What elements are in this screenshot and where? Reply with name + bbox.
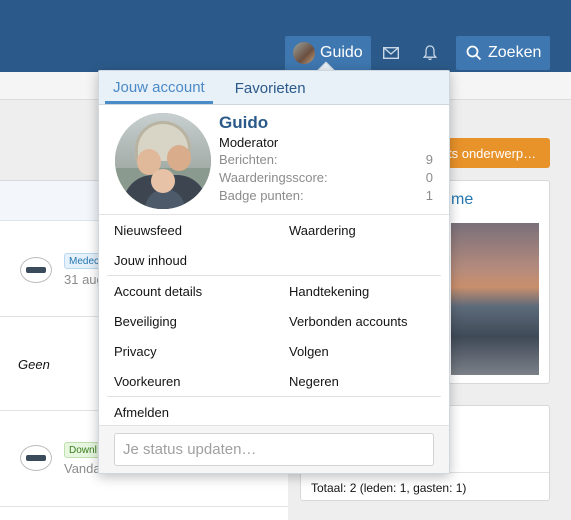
divider	[107, 275, 441, 276]
user-avatar	[293, 42, 315, 64]
status-update-input[interactable]	[114, 433, 434, 466]
account-menu-tabs: Jouw account Favorieten	[99, 71, 449, 105]
stat-label-badge-points: Badge punten:	[219, 188, 304, 203]
link-preferences[interactable]: Voorkeuren	[114, 374, 181, 389]
forum-logo	[20, 257, 52, 283]
stat-value-messages: 9	[425, 152, 433, 167]
stat-label-reaction-score: Waarderingsscore:	[219, 170, 328, 185]
link-signature[interactable]: Handtekening	[289, 284, 369, 299]
stat-label-messages: Berichten:	[219, 152, 278, 167]
link-connected-accounts[interactable]: Verbonden accounts	[289, 314, 408, 329]
alerts-button[interactable]	[410, 36, 450, 70]
thread-date: Vanda	[64, 461, 101, 476]
status-badge: Downl	[64, 442, 102, 458]
profile-role: Moderator	[219, 135, 279, 150]
search-button[interactable]: Zoeken	[456, 36, 550, 70]
link-account-details[interactable]: Account details	[114, 284, 202, 299]
account-menu: Jouw account Favorieten Guido Moderator …	[98, 70, 450, 474]
bell-icon	[423, 45, 437, 61]
link-privacy[interactable]: Privacy	[114, 344, 157, 359]
profile-name[interactable]: Guido	[219, 113, 268, 133]
new-thread-label: ts onderwerp…	[448, 145, 537, 161]
forum-logo	[20, 445, 52, 471]
search-label: Zoeken	[488, 44, 542, 61]
top-navigation-bar: Guido Zoeken	[0, 0, 571, 72]
landscape-image	[451, 223, 539, 375]
empty-text: Geen	[18, 357, 50, 372]
online-total: Totaal: 2 (leden: 1, gasten: 1)	[301, 472, 549, 500]
profile-avatar[interactable]	[115, 113, 211, 209]
link-reactions[interactable]: Waardering	[289, 223, 356, 238]
link-log-out[interactable]: Afmelden	[114, 405, 169, 420]
stat-value-badge-points: 1	[425, 188, 433, 203]
link-your-content[interactable]: Jouw inhoud	[114, 253, 187, 268]
username-label: Guido	[320, 44, 363, 61]
link-newsfeed[interactable]: Nieuwsfeed	[114, 223, 182, 238]
search-icon	[466, 45, 482, 61]
tab-your-account[interactable]: Jouw account	[105, 70, 213, 104]
status-update-area	[99, 425, 449, 473]
tab-favorites[interactable]: Favorieten	[227, 70, 314, 104]
new-thread-button[interactable]: ts onderwerp…	[440, 138, 550, 168]
inbox-button[interactable]	[371, 36, 411, 70]
link-following[interactable]: Volgen	[289, 344, 329, 359]
link-security[interactable]: Beveiliging	[114, 314, 177, 329]
card-title: me	[451, 191, 474, 208]
link-ignoring[interactable]: Negeren	[289, 374, 339, 389]
stat-value-reaction-score: 0	[425, 170, 433, 185]
profile-summary: Guido Moderator Berichten: 9 Waarderings…	[99, 105, 449, 215]
envelope-icon	[383, 47, 399, 59]
divider	[107, 396, 441, 397]
